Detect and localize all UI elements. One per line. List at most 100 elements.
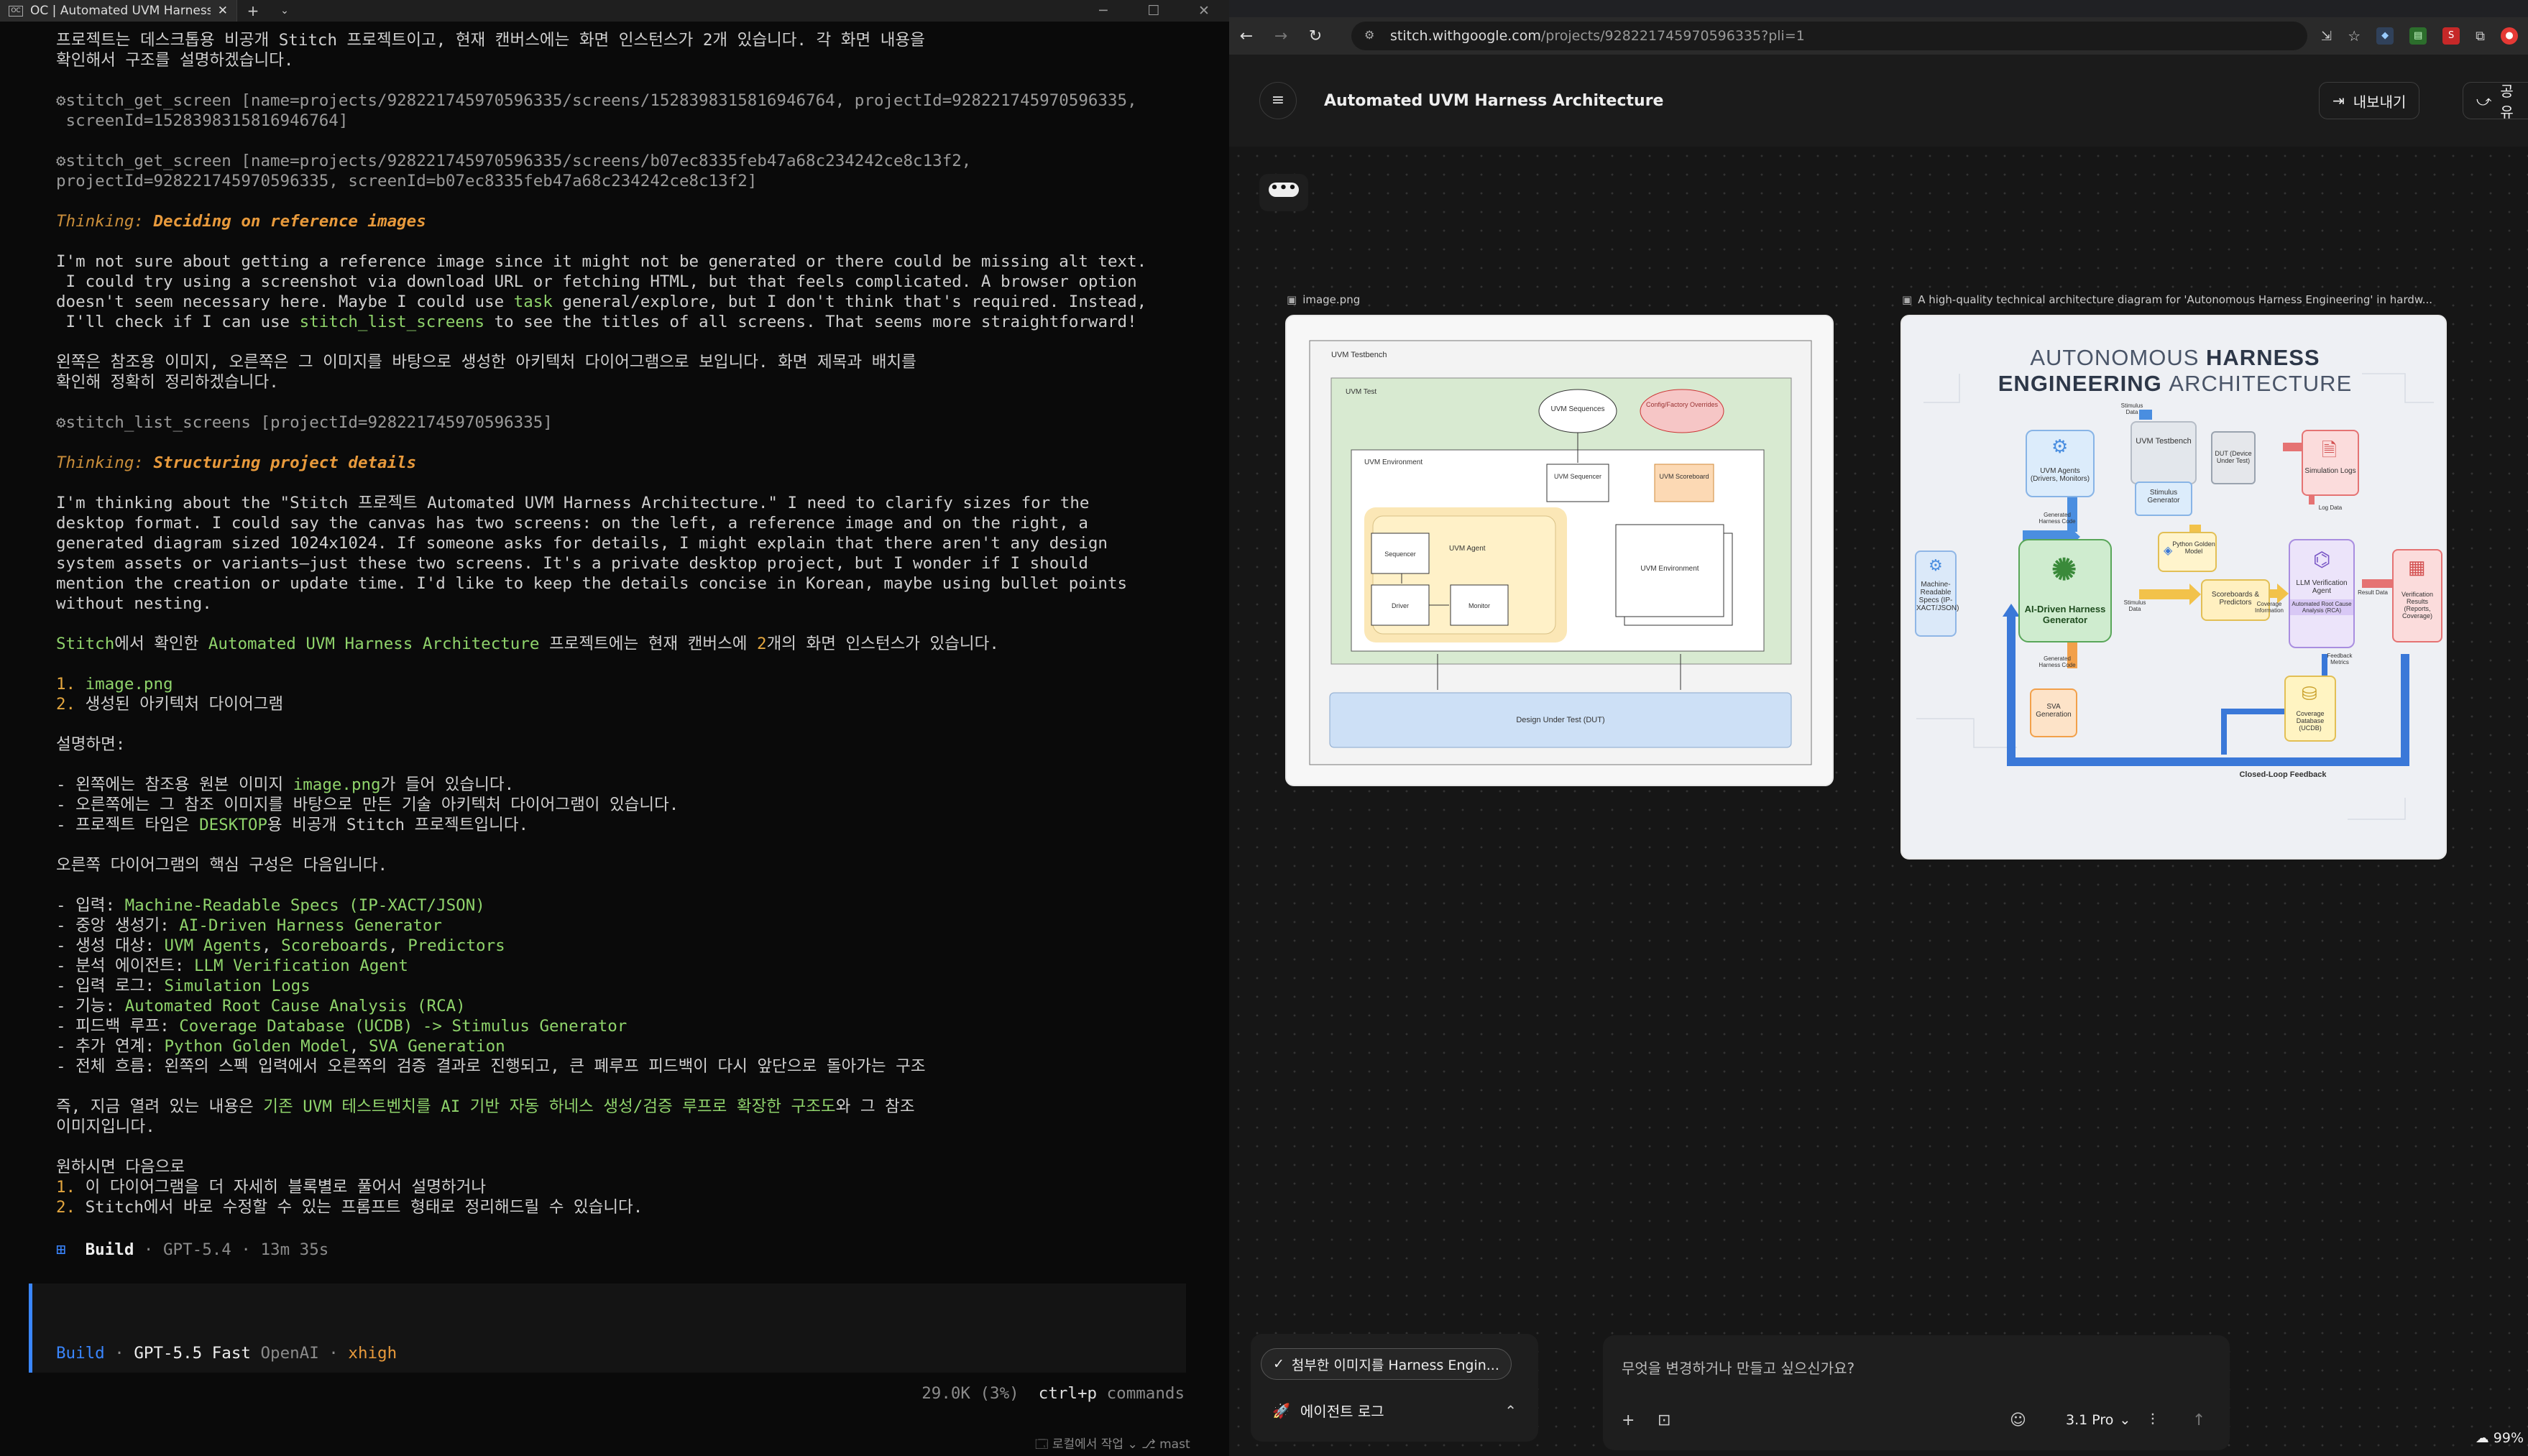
label-agent: UVM Agent bbox=[1449, 545, 1486, 553]
terminal-tab-title: OC | Automated UVM Harness bbox=[30, 4, 211, 18]
share-icon: ⤻ bbox=[2476, 92, 2492, 109]
terminal-line: doesn't seem necessary here. Maybe I cou… bbox=[56, 292, 1147, 311]
add-icon[interactable]: + bbox=[1622, 1411, 1635, 1429]
terminal-line: I'll check if I can use stitch_list_scre… bbox=[56, 313, 1137, 331]
terminal-line: - 프로젝트 타입은 DESKTOP용 비공개 Stitch 프로젝트입니다. bbox=[56, 816, 529, 834]
database-icon: ⛁ bbox=[2302, 683, 2317, 704]
frame-reference-image[interactable]: UVM Testbench UVM Test UVM Sequences Con… bbox=[1285, 315, 1834, 786]
terminal-line: projectId=928221745970596335, screenId=b… bbox=[56, 172, 758, 190]
terminal-line: 왼쪽은 참조용 이미지, 오른쪽은 그 이미지를 바탕으로 생성한 아키텍처 다… bbox=[56, 353, 916, 372]
terminal-line: without nesting. bbox=[56, 594, 212, 613]
export-button[interactable]: ⇥ 내보내기 bbox=[2319, 82, 2420, 119]
edge-label-stimulus-2: Stimulus Data bbox=[2123, 599, 2146, 612]
terminal-line: - 기능: Automated Root Cause Analysis (RCA… bbox=[56, 997, 466, 1015]
install-icon[interactable]: ⇲ bbox=[2321, 29, 2332, 44]
terminal-line: 2. 생성된 아키텍처 다이어그램 bbox=[56, 695, 284, 714]
zoom-indicator[interactable]: ☁ 99% bbox=[2476, 1430, 2524, 1446]
terminal-line: ⚙stitch_get_screen [name=projects/928221… bbox=[56, 91, 1137, 110]
terminal-line: 1. 이 다이어그램을 더 자세히 블록별로 풀어서 설명하거나 bbox=[56, 1178, 487, 1197]
bookmark-star-icon[interactable]: ☆ bbox=[2348, 27, 2361, 45]
edge-label-stimulus: Stimulus Data bbox=[2120, 402, 2143, 415]
maximize-icon[interactable]: ☐ bbox=[1129, 0, 1179, 22]
node-testbench: UVM Testbench bbox=[2131, 421, 2197, 484]
attachment-chip[interactable]: ✓ 첨부한 이미지를 Harness Engin... bbox=[1261, 1348, 1512, 1380]
more-options-button[interactable]: ••• bbox=[1259, 174, 1308, 211]
label-testbench: UVM Testbench bbox=[1331, 351, 1387, 359]
palette-icon[interactable]: ☺ bbox=[2010, 1411, 2026, 1429]
new-tab-icon[interactable]: + bbox=[237, 2, 269, 19]
extensions-puzzle-icon[interactable]: ⧉ bbox=[2476, 29, 2485, 44]
stitch-header: ≡ Automated UVM Harness Architecture ⇥ 내보… bbox=[1229, 55, 2528, 147]
address-bar[interactable]: ⚙ stitch.withgoogle.com/projects/9282217… bbox=[1351, 22, 2307, 50]
model-selector[interactable]: 3.1 Pro ⌄ bbox=[2057, 1406, 2139, 1434]
terminal-line: mention the creation or update time. I'd… bbox=[56, 574, 1128, 593]
terminal-line: - 추가 연계: Python Golden Model, SVA Genera… bbox=[56, 1037, 505, 1056]
ellipsis-icon: ••• bbox=[1269, 182, 1299, 197]
terminal-line: 오른쪽 다이어그램의 핵심 구성은 다음입니다. bbox=[56, 856, 388, 875]
terminal-line: - 분석 에이전트: LLM Verification Agent bbox=[56, 957, 408, 975]
terminal-tab[interactable]: OC OC | Automated UVM Harness ✕ bbox=[0, 0, 237, 22]
terminal-line: desktop format. I could say the canvas h… bbox=[56, 514, 1088, 533]
terminal-line: screenId=1528398315816946764] bbox=[56, 111, 349, 130]
reload-icon[interactable]: ↻ bbox=[1298, 27, 1333, 45]
voice-icon[interactable]: ⫶ bbox=[2151, 1411, 2155, 1429]
design-canvas[interactable]: ••• ▣ image.png ▣ A high-quality technical… bbox=[1229, 147, 2528, 1456]
edge-label-feedback: Feedback Metrics bbox=[2327, 653, 2353, 665]
terminal-line: Thinking: Structuring project details bbox=[56, 453, 417, 472]
hamburger-menu-icon[interactable]: ≡ bbox=[1259, 82, 1297, 119]
node-sva: SVA Generation bbox=[2030, 688, 2077, 737]
browser-window: ← → ↻ ⚙ stitch.withgoogle.com/projects/9… bbox=[1229, 0, 2528, 1456]
chevron-down-icon: ⌄ bbox=[2119, 1412, 2131, 1428]
terminal-line: 원하시면 다음으로 bbox=[56, 1158, 185, 1176]
share-button[interactable]: ⤻ 공유 bbox=[2463, 82, 2528, 121]
terminal-line: 즉, 지금 열려 있는 내용은 기존 UVM 테스트벤치를 AI 기반 자동 하… bbox=[56, 1097, 915, 1116]
terminal-line: system assets or variants—just these two… bbox=[56, 554, 1088, 573]
label-closed-loop: Closed-Loop Feedback bbox=[2239, 770, 2327, 779]
tab-dropdown-icon[interactable]: ⌄ bbox=[269, 5, 300, 17]
extension-icon-2[interactable]: ▤ bbox=[2409, 27, 2427, 45]
extension-icon-3[interactable]: S bbox=[2442, 27, 2460, 45]
profile-avatar[interactable]: ● bbox=[2501, 27, 2518, 45]
label-scoreboard: UVM Scoreboard bbox=[1659, 473, 1709, 480]
terminal-app-icon: OC bbox=[9, 5, 23, 17]
terminal-line: - 생성 대상: UVM Agents, Scoreboards, Predic… bbox=[56, 936, 505, 955]
terminal-line: - 입력: Machine-Readable Specs (IP-XACT/JS… bbox=[56, 896, 485, 915]
node-specs: ⚙ Machine-Readable Specs (IP-XACT/JSON) bbox=[1915, 550, 1959, 637]
frame-label-image[interactable]: ▣ image.png bbox=[1287, 293, 1790, 306]
forward-icon[interactable]: → bbox=[1264, 27, 1298, 45]
label-dut: Design Under Test (DUT) bbox=[1516, 716, 1605, 724]
prompt-input-field[interactable]: 무엇을 변경하거나 만들고 싶으신가요? bbox=[1622, 1357, 1854, 1378]
close-window-icon[interactable]: ✕ bbox=[1179, 0, 1229, 22]
prompt-panel: 무엇을 변경하거나 만들고 싶으신가요? + ⊡ ☺ 3.1 Pro ⌄ ⫶ ↑ bbox=[1603, 1335, 2230, 1450]
terminal-line: Stitch에서 확인한 Automated UVM Harness Archi… bbox=[56, 635, 999, 653]
frame-architecture-diagram[interactable]: AUTONOMOUS HARNESS ENGINEERING ARCHITECTU… bbox=[1900, 315, 2447, 860]
frame-label-diagram[interactable]: ▣ A high-quality technical architecture d… bbox=[1902, 293, 2448, 306]
send-icon[interactable]: ↑ bbox=[2192, 1411, 2205, 1429]
terminal-line: - 전체 흐름: 왼쪽의 스펙 입력에서 오른쪽의 검증 결과로 진행되고, 큰… bbox=[56, 1057, 926, 1076]
close-tab-icon[interactable]: ✕ bbox=[218, 4, 228, 18]
agent-log-toggle[interactable]: 🚀 에이전트 로그 ⌃ bbox=[1272, 1400, 1517, 1421]
extension-icon-1[interactable]: ◆ bbox=[2376, 27, 2394, 45]
back-icon[interactable]: ← bbox=[1229, 27, 1264, 45]
gear-icon: ⚙ bbox=[2051, 436, 2069, 457]
chevron-up-icon: ⌃ bbox=[1504, 1401, 1517, 1419]
chart-icon: ▦ bbox=[2408, 556, 2426, 578]
minimize-icon[interactable]: ─ bbox=[1078, 0, 1129, 22]
attach-screen-icon[interactable]: ⊡ bbox=[1658, 1411, 1670, 1429]
node-uvm-agents: ⚙ UVM Agents (Drivers, Monitors) bbox=[2026, 430, 2095, 497]
site-info-icon[interactable]: ⚙ bbox=[1364, 28, 1379, 42]
rocket-icon: 🚀 bbox=[1272, 1401, 1290, 1419]
terminal-line: 2. Stitch에서 바로 수정할 수 있는 프롬프트 형태로 정리해드릴 수… bbox=[56, 1198, 643, 1217]
